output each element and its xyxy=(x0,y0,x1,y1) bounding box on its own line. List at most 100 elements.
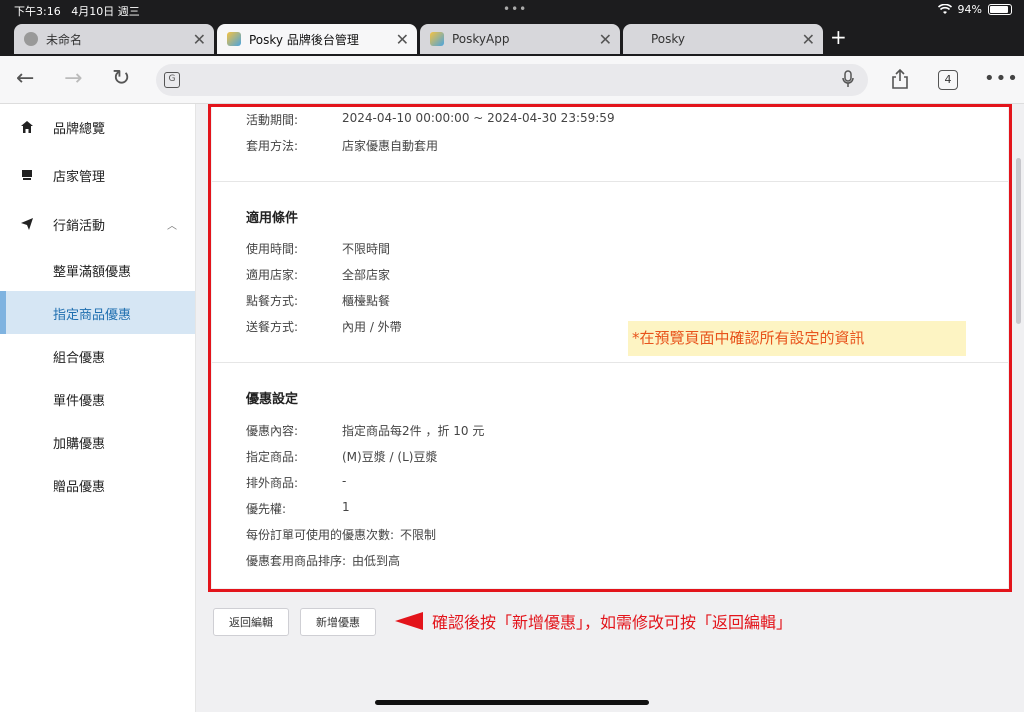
info-value: 全部店家 xyxy=(342,268,391,282)
wifi-icon xyxy=(937,4,952,14)
info-row-excluded: 排外商品: - xyxy=(246,474,346,491)
sidebar-item-marketing[interactable]: 行銷活動 ︿ xyxy=(0,204,195,244)
send-icon xyxy=(20,217,34,231)
posky-logo-icon xyxy=(227,32,241,46)
tab-title: Posky 品牌後台管理 xyxy=(249,32,359,47)
sidebar-subitem-label: 組合優惠 xyxy=(53,351,106,366)
info-value: - xyxy=(342,474,347,488)
info-key: 每份訂單可使用的優惠次數: xyxy=(246,528,395,542)
section-divider xyxy=(212,181,1008,182)
info-key: 優惠套用商品排序: xyxy=(246,554,347,568)
info-value: 由低到高 xyxy=(352,554,401,568)
info-key: 套用方法: xyxy=(246,139,299,153)
info-row-usage-limit: 每份訂單可使用的優惠次數: 不限制 xyxy=(246,526,436,543)
section-divider xyxy=(212,362,1008,363)
tab-poskyapp[interactable]: PoskyApp ✕ xyxy=(420,24,620,54)
sidebar-subitem-combo[interactable]: 組合優惠 xyxy=(0,334,195,377)
sidebar-subitem-label: 整單滿額優惠 xyxy=(53,265,132,280)
info-value: 店家優惠自動套用 xyxy=(342,139,439,153)
scrollbar[interactable] xyxy=(1016,158,1021,324)
status-bar: 下午3:16 4月10日 週三 ••• 94% xyxy=(0,0,1024,20)
action-note: 確認後按「新增優惠」，如需修改可按「返回編輯」 xyxy=(432,613,793,632)
multitask-dots[interactable]: ••• xyxy=(503,2,527,16)
sidebar-subitem-specific-product[interactable]: 指定商品優惠 xyxy=(0,291,195,334)
back-arrow-icon[interactable]: ← xyxy=(16,66,34,91)
sidebar-item-label: 品牌總覽 xyxy=(53,121,106,137)
sidebar-subitem-single-item[interactable]: 單件優惠 xyxy=(0,377,195,420)
sidebar-subitem-label: 贈品優惠 xyxy=(53,480,106,495)
preview-note: *在預覽頁面中確認所有設定的資訊 xyxy=(628,321,966,356)
more-icon[interactable]: ••• xyxy=(984,68,1019,89)
info-row-sort-order: 優惠套用商品排序: 由低到高 xyxy=(246,552,400,569)
section-title-discount: 優惠設定 xyxy=(246,392,299,407)
close-icon[interactable]: ✕ xyxy=(396,30,409,49)
tab-title: 未命名 xyxy=(46,32,83,47)
sidebar-item-store-management[interactable]: 店家管理 xyxy=(0,155,195,195)
tab-title: Posky xyxy=(651,32,686,46)
info-row-use-time: 使用時間: 不限時間 xyxy=(246,240,390,257)
sidebar-item-brand-overview[interactable]: 品牌總覽 xyxy=(0,107,195,147)
sidebar-subitem-label: 單件優惠 xyxy=(53,394,106,409)
chevron-up-icon[interactable]: ︿ xyxy=(167,217,177,232)
info-key: 適用店家: xyxy=(246,268,299,282)
store-icon xyxy=(20,168,34,182)
info-value: 不限時間 xyxy=(342,242,391,256)
microphone-icon[interactable] xyxy=(842,70,854,88)
pointer-arrow-icon xyxy=(395,612,423,630)
close-icon[interactable]: ✕ xyxy=(802,30,815,49)
close-icon[interactable]: ✕ xyxy=(599,30,612,49)
sidebar-item-label: 行銷活動 xyxy=(53,218,106,234)
info-key: 點餐方式: xyxy=(246,294,299,308)
info-row-order-method: 點餐方式: 櫃檯點餐 xyxy=(246,292,390,309)
forward-arrow-icon[interactable]: → xyxy=(64,66,82,91)
tab-count-button[interactable]: 4 xyxy=(938,70,958,90)
info-value: 1 xyxy=(342,500,350,514)
info-value: 內用 / 外帶 xyxy=(342,320,402,334)
tab-posky-admin[interactable]: Posky 品牌後台管理 ✕ xyxy=(217,24,417,54)
sidebar: 品牌總覽 店家管理 行銷活動 ︿ 整單滿額優惠 指定商品優惠 組合優惠 單件優惠… xyxy=(0,104,196,712)
info-row-delivery-method: 送餐方式: 內用 / 外帶 xyxy=(246,318,402,335)
address-bar[interactable]: G xyxy=(156,64,868,96)
translate-icon[interactable]: G xyxy=(164,72,180,88)
info-row-stores: 適用店家: 全部店家 xyxy=(246,266,390,283)
globe-icon xyxy=(24,32,38,46)
sidebar-subitem-label: 指定商品優惠 xyxy=(53,308,132,323)
info-value: (M)豆漿 / (L)豆漿 xyxy=(342,450,438,464)
section-title-conditions: 適用條件 xyxy=(246,211,299,226)
info-key: 活動期間: xyxy=(246,113,299,127)
info-key: 送餐方式: xyxy=(246,320,299,334)
tab-posky[interactable]: Posky ✕ xyxy=(623,24,823,54)
sidebar-subitem-order-threshold[interactable]: 整單滿額優惠 xyxy=(0,248,195,291)
info-row-priority: 優先權: 1 xyxy=(246,500,350,517)
info-key: 優先權: xyxy=(246,502,287,516)
info-value: 指定商品每2件 ，折 10 元 xyxy=(342,424,485,438)
battery-icon xyxy=(988,4,1012,15)
info-row-products: 指定商品: (M)豆漿 / (L)豆漿 xyxy=(246,448,437,465)
sidebar-subitem-gift[interactable]: 贈品優惠 xyxy=(0,463,195,506)
tab-bar: 未命名 ✕ Posky 品牌後台管理 ✕ PoskyApp ✕ Posky ✕ … xyxy=(0,20,1024,56)
home-indicator[interactable] xyxy=(375,700,649,705)
image-icon xyxy=(430,32,444,46)
info-value: 櫃檯點餐 xyxy=(342,294,391,308)
info-row-discount-content: 優惠內容: 指定商品每2件 ，折 10 元 xyxy=(246,422,484,439)
sidebar-subitem-add-on[interactable]: 加購優惠 xyxy=(0,420,195,463)
new-tab-button[interactable]: + xyxy=(830,25,847,49)
home-icon xyxy=(20,120,34,134)
browser-toolbar: ← → ↻ G 4 ••• xyxy=(0,56,1024,104)
info-key: 使用時間: xyxy=(246,242,299,256)
sidebar-subitem-label: 加購優惠 xyxy=(53,437,106,452)
sidebar-item-label: 店家管理 xyxy=(53,169,106,185)
close-icon[interactable]: ✕ xyxy=(193,30,206,49)
info-value: 2024-04-10 00:00:00 ~ 2024-04-30 23:59:5… xyxy=(342,111,615,125)
share-icon[interactable] xyxy=(890,68,910,90)
tab-untitled[interactable]: 未命名 ✕ xyxy=(14,24,214,54)
add-discount-button[interactable]: 新增優惠 xyxy=(300,608,376,636)
battery-percent: 94% xyxy=(957,3,982,16)
info-key: 優惠內容: xyxy=(246,424,299,438)
back-edit-button[interactable]: 返回編輯 xyxy=(213,608,289,636)
reload-icon[interactable]: ↻ xyxy=(112,66,130,91)
info-row-apply-method: 套用方法: 店家優惠自動套用 xyxy=(246,137,438,154)
info-row-period: 活動期間: 2024-04-10 00:00:00 ~ 2024-04-30 2… xyxy=(246,111,615,128)
info-key: 指定商品: xyxy=(246,450,299,464)
info-key: 排外商品: xyxy=(246,476,299,490)
